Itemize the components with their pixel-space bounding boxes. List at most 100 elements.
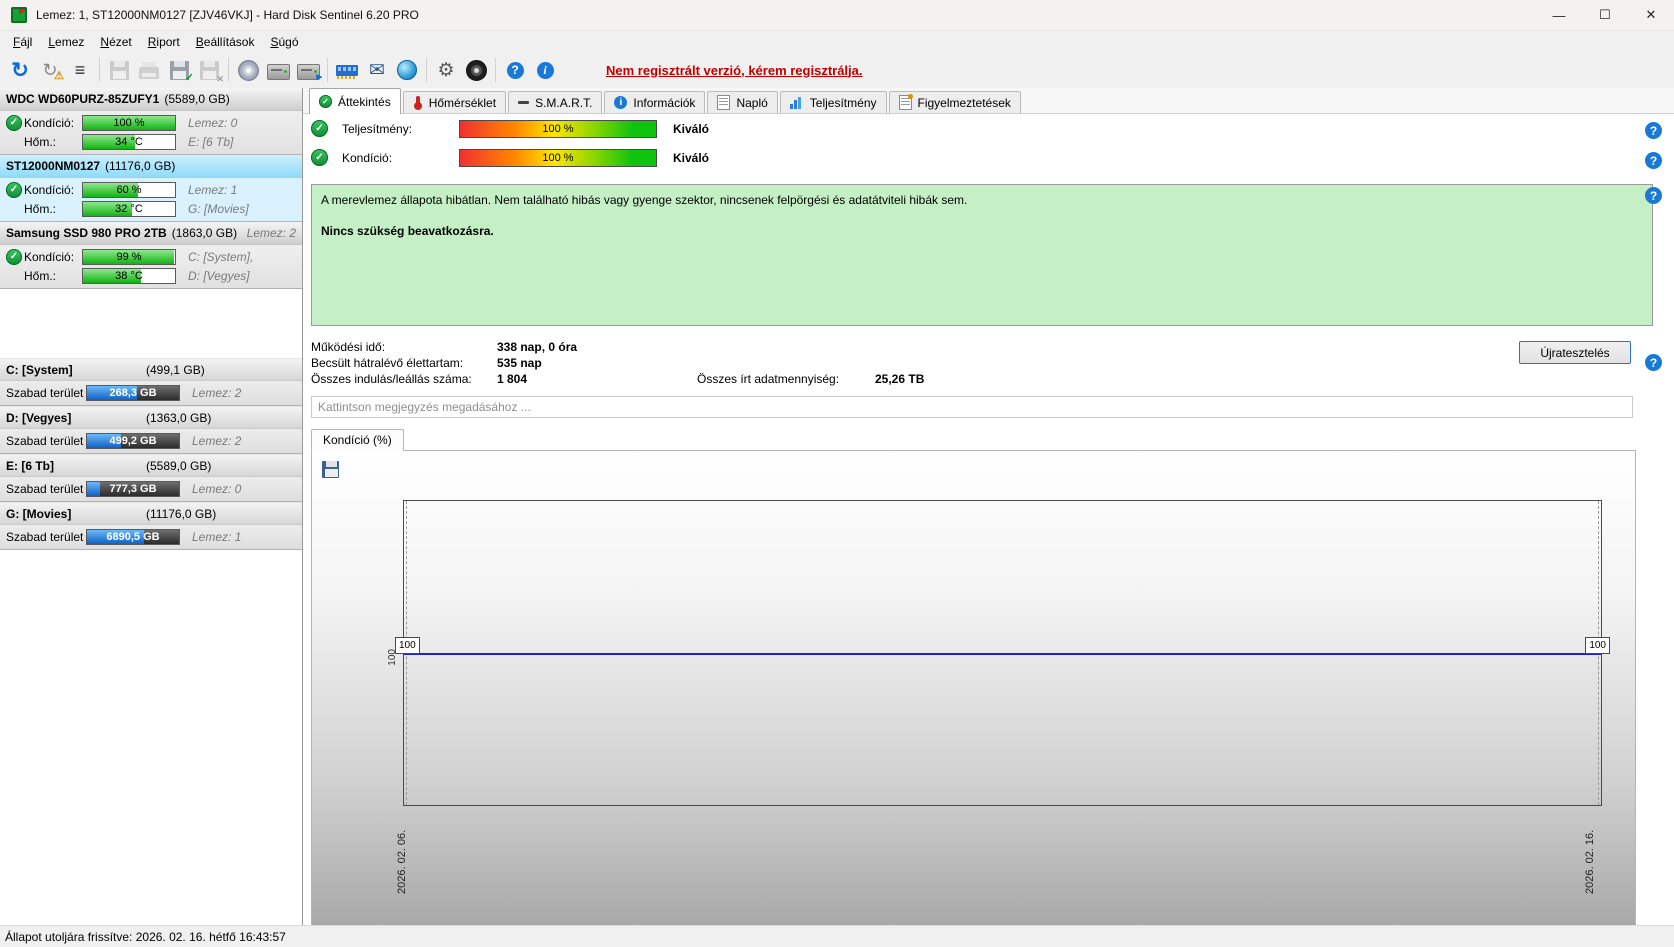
info-button[interactable]: i xyxy=(531,56,559,84)
disk-tools-button[interactable] xyxy=(264,56,292,84)
analyse-button[interactable]: ↻ ⚠ xyxy=(36,56,64,84)
gear-icon: ⚙ xyxy=(437,59,455,81)
delete-report-button: ✕ xyxy=(195,56,224,84)
partition-body: Szabad terület 777,3 GB Lemez: 0 xyxy=(0,477,302,501)
condition-chart: 100 100 100 2026. 02. 06. 2026. 02. 16. xyxy=(311,450,1636,928)
refresh-button[interactable]: ↻ xyxy=(6,56,34,84)
settings-button[interactable]: ⚙ xyxy=(432,56,460,84)
disk-header[interactable]: WDC WD60PURZ-85ZUFY1 (5589,0 GB) xyxy=(0,88,302,111)
chart-tab-condition[interactable]: Kondíció (%) xyxy=(311,429,404,451)
save-chart-button[interactable] xyxy=(320,458,342,480)
menu-file[interactable]: Fájl xyxy=(5,33,40,51)
status-ok-icon: ✓ xyxy=(6,181,22,198)
free-space-bar: 777,3 GB xyxy=(86,480,180,497)
tab-label: Napló xyxy=(736,95,768,110)
chart-icon xyxy=(789,96,804,109)
comment-input[interactable] xyxy=(311,396,1633,418)
removable-disk-button[interactable]: ▸ xyxy=(294,56,322,84)
tab-overview[interactable]: ✓ Áttekintés xyxy=(309,88,401,114)
mail-button[interactable]: ✉ xyxy=(363,56,391,84)
overview-content: ✓ Teljesítmény: 100 % Kiváló ✓ Kondíció:… xyxy=(303,114,1674,928)
partition-name: G: [Movies] xyxy=(6,506,72,521)
partition-item-d[interactable]: D: [Vegyes] (1363,0 GB) Szabad terület 4… xyxy=(0,406,302,454)
tab-temperature[interactable]: Hőmérséklet xyxy=(402,91,507,113)
condition-bar: 60 % xyxy=(82,181,176,198)
status-ok-icon: ✓ xyxy=(6,248,22,265)
partition-header[interactable]: E: [6 Tb] (5589,0 GB) xyxy=(0,455,302,477)
partition-body: Szabad terület 499,2 GB Lemez: 2 xyxy=(0,429,302,453)
tab-information[interactable]: i Információk xyxy=(604,91,706,113)
free-space-value: 6890,5 GB xyxy=(106,530,160,543)
maximize-button[interactable]: ☐ xyxy=(1582,0,1628,30)
disk-capacity: (11176,0 GB) xyxy=(105,159,176,173)
performance-label: Teljesítmény: xyxy=(342,121,413,136)
help-icon[interactable]: ? xyxy=(1645,152,1662,169)
retest-button[interactable]: Újratesztelés xyxy=(1519,341,1631,364)
menu-report[interactable]: Riport xyxy=(140,33,188,51)
register-notice-link[interactable]: Nem regisztrált verzió, kérem regisztrál… xyxy=(606,63,863,78)
menu-disk[interactable]: Lemez xyxy=(40,33,92,51)
disk-number-label: Lemez: 2 xyxy=(246,226,296,240)
tab-label: Hőmérséklet xyxy=(428,95,497,110)
report-button[interactable]: ≡ xyxy=(66,56,94,84)
disk-capacity: (5589,0 GB) xyxy=(164,92,230,106)
drive-letters-label: D: [Vegyes] xyxy=(188,268,250,283)
partition-body: Szabad terület 6890,5 GB Lemez: 1 xyxy=(0,525,302,549)
disk-item-seagate-selected[interactable]: ST12000NM0127 (11176,0 GB) ✓ Kondíció: 6… xyxy=(0,155,302,222)
performance-bar: 100 % xyxy=(459,119,657,138)
condition-value: 100 % xyxy=(542,151,574,164)
status-ok-icon: ✓ xyxy=(6,114,22,131)
memory-button[interactable] xyxy=(333,56,361,84)
menu-settings[interactable]: Beállítások xyxy=(188,33,263,51)
tab-smart[interactable]: S.M.A.R.T. xyxy=(508,91,603,113)
partition-item-g[interactable]: G: [Movies] (11176,0 GB) Szabad terület … xyxy=(0,502,302,550)
tab-log[interactable]: Napló xyxy=(707,91,778,113)
help-icon[interactable]: ? xyxy=(1645,187,1662,204)
disk-header[interactable]: ST12000NM0127 (11176,0 GB) xyxy=(0,155,302,178)
partition-item-c[interactable]: C: [System] (499,1 GB) Szabad terület 26… xyxy=(0,358,302,406)
cd-drive-button[interactable] xyxy=(234,56,262,84)
help-icon[interactable]: ? xyxy=(1645,354,1662,371)
partition-item-e[interactable]: E: [6 Tb] (5589,0 GB) Szabad terület 777… xyxy=(0,454,302,502)
minimize-button[interactable]: — xyxy=(1536,0,1582,30)
temperature-value: 38 °C xyxy=(115,269,143,282)
temperature-row: Hőm.: 38 °C D: [Vegyes] xyxy=(0,266,302,285)
status-text: Állapot utoljára frissítve: 2026. 02. 16… xyxy=(5,929,286,944)
disk-header[interactable]: Samsung SSD 980 PRO 2TB (1863,0 GB) Leme… xyxy=(0,222,302,245)
disk-item-wdc[interactable]: WDC WD60PURZ-85ZUFY1 (5589,0 GB) ✓ Kondí… xyxy=(0,88,302,155)
close-button[interactable]: ✕ xyxy=(1628,0,1674,30)
partition-header[interactable]: D: [Vegyes] (1363,0 GB) xyxy=(0,407,302,429)
menu-view[interactable]: Nézet xyxy=(92,33,139,51)
lifetime-remaining-label: Becsült hátralévő élettartam: xyxy=(311,356,464,370)
temperature-row: Hőm.: 32 °C G: [Movies] xyxy=(0,199,302,218)
tab-label: Áttekintés xyxy=(338,94,391,109)
arrow-icon: ▸ xyxy=(316,71,322,83)
disk-body: ✓ Kondíció: 100 % Lemez: 0 Hőm.: 34 °C E… xyxy=(0,111,302,154)
web-button[interactable] xyxy=(393,56,421,84)
toolbar-separator xyxy=(228,58,229,82)
app-window: Lemez: 1, ST12000NM0127 [ZJV46VKJ] - Har… xyxy=(0,0,1674,947)
disk-number-label: Lemez: 1 xyxy=(188,182,238,197)
partition-header[interactable]: C: [System] (499,1 GB) xyxy=(0,359,302,381)
titlebar: Lemez: 1, ST12000NM0127 [ZJV46VKJ] - Har… xyxy=(0,0,1674,31)
help-icon[interactable]: ? xyxy=(1645,122,1662,139)
tab-performance[interactable]: Teljesítmény xyxy=(779,91,887,113)
partition-header[interactable]: G: [Movies] (11176,0 GB) xyxy=(0,503,302,525)
temperature-label: Hőm.: xyxy=(24,201,57,216)
free-space-row: Szabad terület 6890,5 GB Lemez: 1 xyxy=(0,527,302,546)
disk-item-samsung[interactable]: Samsung SSD 980 PRO 2TB (1863,0 GB) Leme… xyxy=(0,222,302,289)
disk-name: ST12000NM0127 xyxy=(6,159,101,173)
tab-label: Teljesítmény xyxy=(809,95,877,110)
accept-report-button[interactable]: ✓ xyxy=(165,56,194,84)
disk-number-label: Lemez: 0 xyxy=(188,115,238,130)
drive-letters-label: G: [Movies] xyxy=(188,201,249,216)
sidebar: WDC WD60PURZ-85ZUFY1 (5589,0 GB) ✓ Kondí… xyxy=(0,88,303,925)
help-icon: ? xyxy=(506,61,524,79)
partition-name: E: [6 Tb] xyxy=(6,458,54,473)
free-space-value: 777,3 GB xyxy=(109,482,157,495)
menu-help[interactable]: Súgó xyxy=(262,33,306,51)
media-button[interactable] xyxy=(462,56,490,84)
help-button[interactable]: ? xyxy=(501,56,529,84)
tab-alerts[interactable]: Figyelmeztetések xyxy=(888,91,1021,113)
refresh-icon: ↻ xyxy=(11,58,29,82)
